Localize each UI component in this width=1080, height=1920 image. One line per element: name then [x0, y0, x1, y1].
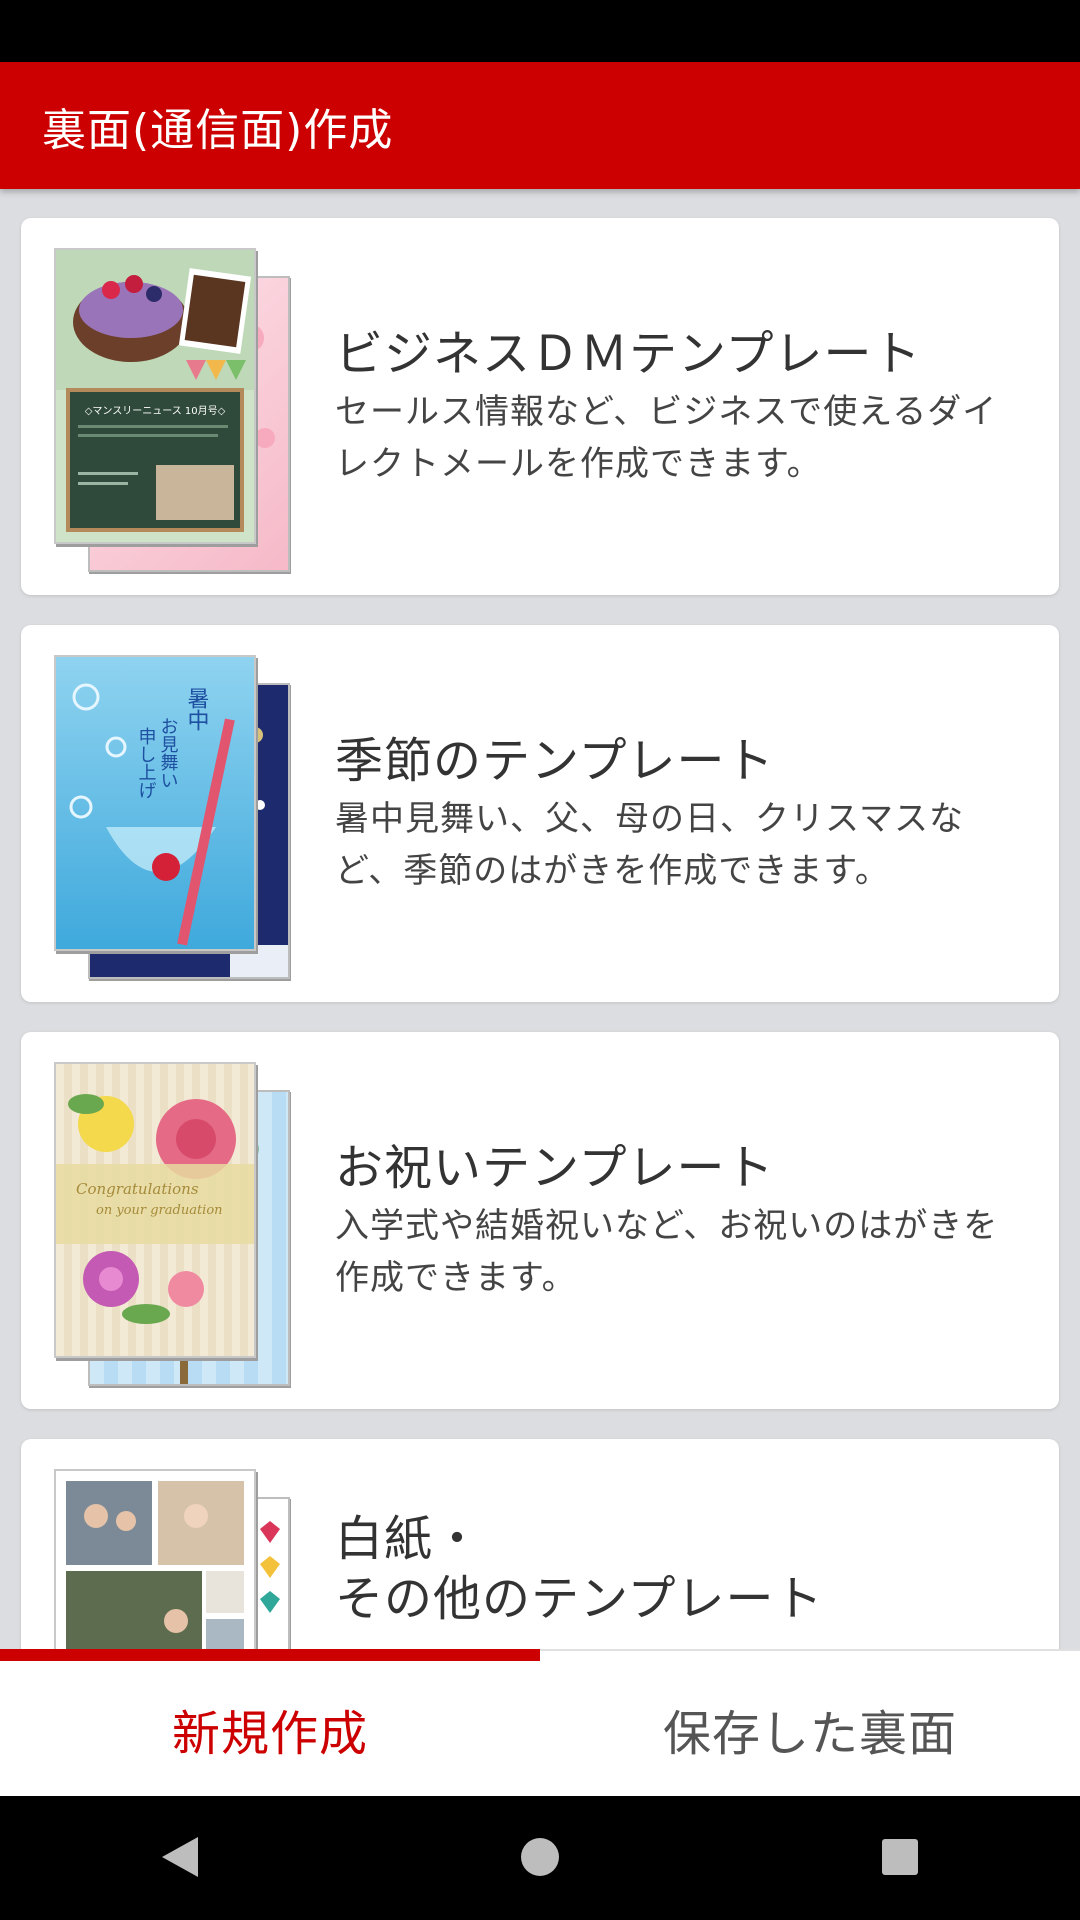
card-title: 白紙・ その他のテンプレート	[335, 1511, 824, 1627]
card-title: 季節のテンプレート	[335, 732, 775, 789]
card-title: ビジネスＤＭテンプレート	[335, 325, 922, 382]
card-title: お祝いテンプレート	[335, 1139, 775, 1196]
back-icon[interactable]	[140, 1817, 220, 1897]
svg-text:申し上げ: 申し上げ	[136, 727, 157, 799]
thumbnail-caption: ◇マンスリーニュース 10月号◇	[85, 405, 226, 417]
recents-icon[interactable]	[860, 1817, 940, 1897]
template-card-blank-other[interactable]: 白紙・ その他のテンプレート	[21, 1439, 1059, 1649]
home-icon[interactable]	[500, 1817, 580, 1897]
bottom-tab-bar: 新規作成 保存した裏面	[0, 1649, 1080, 1796]
card-description: 入学式や結婚祝いなど、お祝いのはがきを作成できます。	[335, 1205, 999, 1298]
business-dm-thumbnail: ◇マンスリーニュース 10月号◇	[54, 248, 294, 572]
celebration-thumbnail: Congratulations on your graduation	[54, 1062, 294, 1386]
tab-new[interactable]: 新規作成	[0, 1661, 540, 1796]
svg-text:お見舞い: お見舞い	[158, 717, 179, 789]
status-bar	[0, 0, 1080, 62]
system-nav-bar	[0, 1794, 1080, 1920]
svg-text:Congratulations: Congratulations	[76, 1180, 199, 1198]
seasonal-thumbnail: 暑中 お見舞い 申し上げ	[54, 655, 294, 979]
blank-other-thumbnail	[54, 1469, 294, 1649]
page-title: 裏面(通信面)作成	[42, 104, 394, 156]
template-list[interactable]: ◇マンスリーニュース 10月号◇ ビジネスＤＭテンプレート セールス情報など、ビ…	[0, 189, 1080, 1649]
app-bar: 裏面(通信面)作成	[0, 62, 1080, 189]
card-description: セールス情報など、ビジネスで使えるダイレクトメールを作成できます。	[335, 391, 998, 484]
template-card-seasonal[interactable]: 暑中 お見舞い 申し上げ 季節のテンプレート 暑中見舞い、父、母の日、クリスマス…	[21, 625, 1059, 1002]
template-card-business-dm[interactable]: ◇マンスリーニュース 10月号◇ ビジネスＤＭテンプレート セールス情報など、ビ…	[21, 218, 1059, 595]
tab-saved[interactable]: 保存した裏面	[540, 1661, 1080, 1796]
template-card-celebration[interactable]: Congratulations on your graduation お祝いテン…	[21, 1032, 1059, 1409]
active-tab-indicator	[0, 1649, 540, 1661]
svg-text:暑中: 暑中	[184, 687, 210, 731]
svg-text:on your graduation: on your graduation	[96, 1203, 223, 1218]
card-description: 暑中見舞い、父、母の日、クリスマスなど、季節のはがきを作成できます。	[335, 798, 964, 891]
